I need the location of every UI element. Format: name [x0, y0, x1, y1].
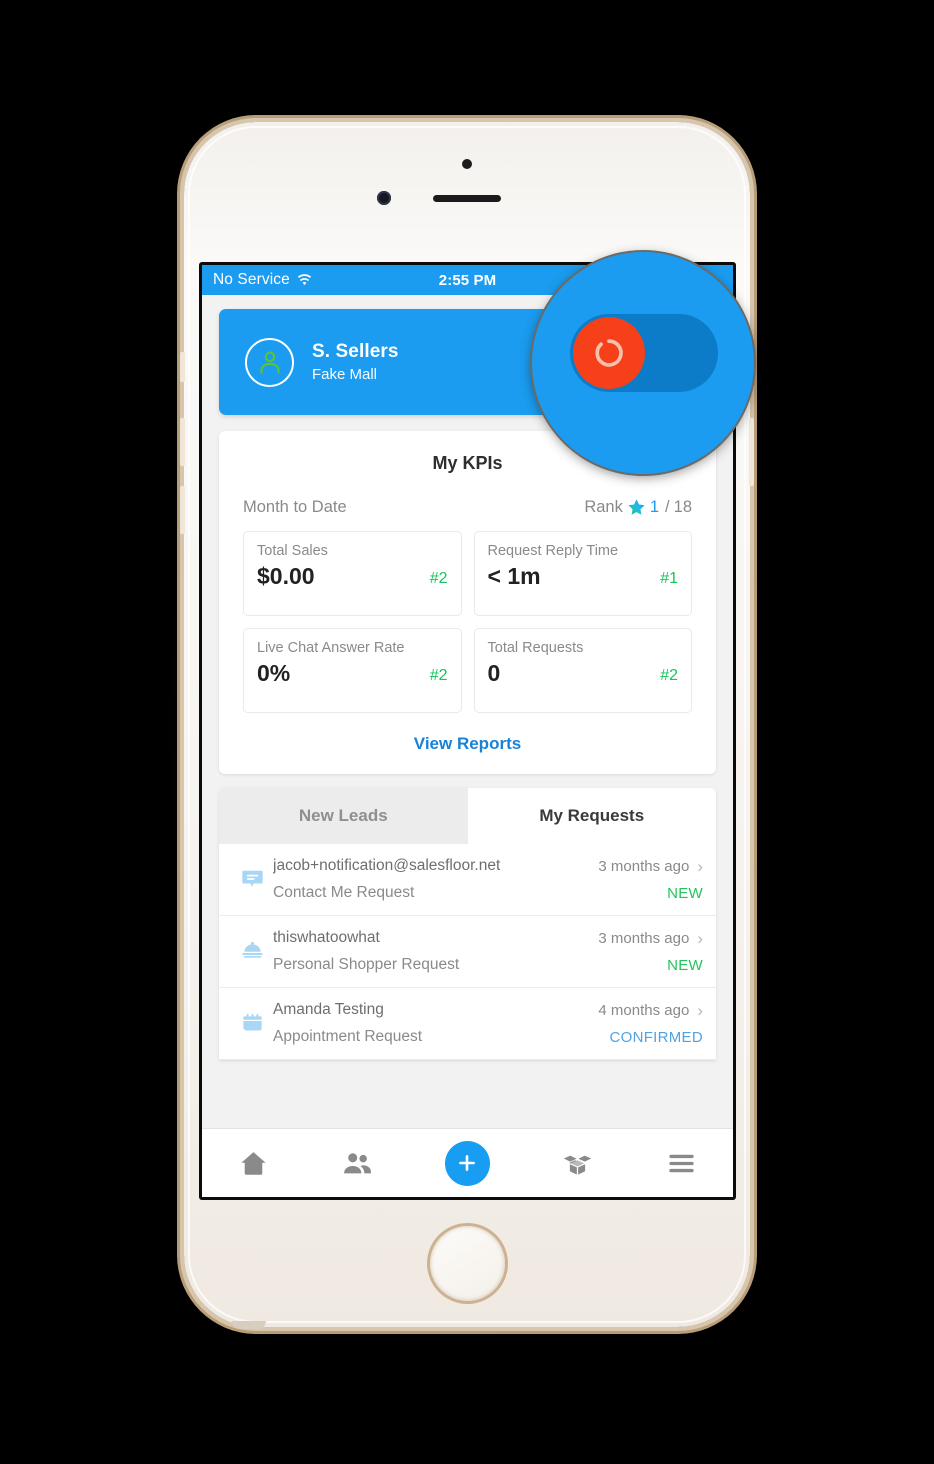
kpi-rank: #2 [429, 667, 448, 684]
request-time: 3 months ago [598, 929, 690, 947]
front-camera-icon [377, 191, 391, 205]
kpi-label: Total Requests [487, 640, 584, 656]
phone-volume-down-button[interactable] [180, 486, 185, 534]
tab-bar: New Leads My Requests [219, 788, 716, 844]
chevron-right-icon: › [697, 1000, 703, 1020]
star-icon [627, 498, 646, 517]
kpi-rank: #2 [429, 570, 448, 587]
bottom-navigation-bar [202, 1128, 733, 1197]
hamburger-menu-icon [666, 1148, 697, 1179]
list-item[interactable]: jacob+notification@salesfloor.net 3 mont… [219, 844, 716, 916]
request-time: 3 months ago [598, 857, 690, 875]
phone-mute-switch[interactable] [180, 352, 185, 382]
request-type: Personal Shopper Request [273, 956, 460, 973]
request-type: Contact Me Request [273, 884, 415, 901]
request-sender: jacob+notification@salesfloor.net [273, 857, 501, 874]
open-box-icon [562, 1148, 593, 1179]
loading-ring-icon [592, 336, 626, 370]
nav-item-menu[interactable] [666, 1148, 697, 1179]
requests-card: New Leads My Requests jacob+notification [219, 788, 716, 1060]
profile-name: S. Sellers [312, 341, 399, 362]
rank-total: 18 [673, 498, 692, 516]
requests-section: New Leads My Requests jacob+notification [202, 774, 733, 1060]
kpi-subheader: Month to Date Rank 1 / 18 [243, 498, 692, 517]
kpi-box-request-reply-time[interactable]: Request Reply Time < 1m #1 [473, 531, 692, 616]
calendar-icon [231, 1011, 273, 1036]
list-item-content: jacob+notification@salesfloor.net 3 mont… [273, 857, 703, 902]
list-item[interactable]: Amanda Testing 4 months ago › Appointmen… [219, 988, 716, 1060]
request-time-wrap: 4 months ago › [598, 1002, 703, 1019]
home-icon [238, 1148, 269, 1179]
nav-item-add[interactable] [444, 1140, 490, 1186]
kpi-grid: Total Sales $0.00 #2 Request Reply Time … [243, 531, 692, 713]
kpi-label: Total Sales [257, 543, 328, 559]
rank-value: 1 [649, 498, 660, 516]
profile-store: Fake Mall [312, 366, 378, 383]
status-badge: CONFIRMED [609, 1028, 703, 1046]
nav-item-customers[interactable] [342, 1148, 373, 1179]
kpi-rank: #1 [660, 570, 678, 587]
kpi-value: < 1m [487, 563, 541, 589]
kpi-value: $0.00 [257, 563, 315, 589]
nav-item-home[interactable] [238, 1148, 269, 1179]
profile-text: S. Sellers Fake Mall [312, 341, 399, 383]
earpiece-speaker [433, 195, 501, 202]
cloche-icon [231, 939, 273, 964]
view-reports-link[interactable]: View Reports [243, 713, 692, 760]
request-type: Appointment Request [273, 1028, 423, 1045]
kpi-box-live-chat-answer-rate[interactable]: Live Chat Answer Rate 0% #2 [243, 628, 462, 713]
list-item-content: thiswhatoowhat 3 months ago › Personal S… [273, 929, 703, 974]
kpi-label: Live Chat Answer Rate [257, 640, 405, 656]
request-time: 4 months ago [598, 1001, 690, 1019]
rank-label: Rank [584, 498, 623, 516]
kpi-card: My KPIs Month to Date Rank 1 / 18 Total … [219, 431, 716, 774]
request-time-wrap: 3 months ago › [598, 930, 703, 947]
kpi-value: 0 [487, 660, 501, 686]
phone-power-button[interactable] [749, 418, 754, 486]
phone-volume-up-button[interactable] [180, 418, 185, 466]
rank-display: Rank 1 / 18 [584, 498, 692, 517]
screenshot-stage: No Service 2:55 PM S. Sellers Fake Mall … [0, 0, 934, 1464]
kpi-label: Request Reply Time [487, 543, 619, 559]
kpi-rank: #2 [660, 667, 678, 684]
chevron-right-icon: › [697, 856, 703, 876]
status-badge: NEW [667, 884, 703, 902]
chevron-right-icon: › [697, 928, 703, 948]
nav-item-products[interactable] [562, 1148, 593, 1179]
rank-separator: / [665, 498, 670, 516]
list-item-content: Amanda Testing 4 months ago › Appointmen… [273, 1001, 703, 1046]
chat-bubble-icon [231, 867, 273, 892]
tab-new-leads[interactable]: New Leads [219, 788, 468, 844]
kpi-box-total-sales[interactable]: Total Sales $0.00 #2 [243, 531, 462, 616]
plus-icon [455, 1151, 479, 1175]
kpi-box-total-requests[interactable]: Total Requests 0 #2 [473, 628, 692, 713]
avatar[interactable] [245, 337, 294, 387]
person-avatar-icon [256, 348, 284, 376]
home-button[interactable] [430, 1226, 505, 1301]
magnifier-callout [532, 252, 754, 474]
magnified-toggle-knob [573, 317, 645, 389]
people-icon [342, 1148, 373, 1179]
phone-bottom-speaker [232, 1321, 266, 1329]
proximity-sensor-icon [462, 159, 472, 169]
request-sender: thiswhatoowhat [273, 929, 380, 946]
list-item[interactable]: thiswhatoowhat 3 months ago › Personal S… [219, 916, 716, 988]
request-time-wrap: 3 months ago › [598, 858, 703, 875]
status-badge: NEW [667, 956, 703, 974]
tab-my-requests[interactable]: My Requests [467, 788, 716, 844]
kpi-period-label: Month to Date [243, 498, 347, 516]
kpi-value: 0% [257, 660, 291, 686]
magnified-toggle-track[interactable] [570, 314, 718, 392]
request-sender: Amanda Testing [273, 1001, 384, 1018]
